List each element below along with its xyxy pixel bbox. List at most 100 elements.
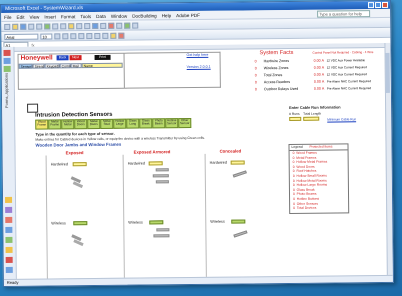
pane-icon[interactable] [5,246,13,253]
qty-input-concealed-wireless[interactable] [231,219,246,224]
column-exposed: Exposed [65,150,84,156]
qty-input-exposed-hardwired[interactable] [72,162,87,167]
category-cell[interactable]: Glass Long [126,118,140,129]
pane-icon[interactable] [5,236,13,243]
category-cell[interactable]: Metal Doors [87,118,101,130]
print-icon[interactable] [28,23,35,30]
legend-item: 0 Total Devices [293,205,317,211]
align-left-icon[interactable] [78,32,85,39]
category-cell[interactable]: Wood Doors [74,119,88,130]
menu-adobe-pdf[interactable]: Adobe PDF [176,12,200,17]
back-button[interactable]: Back [56,55,69,61]
close-button[interactable] [382,1,389,8]
sort-icon[interactable] [116,22,123,29]
column-divider [45,155,49,280]
menu-file[interactable]: File [4,14,11,19]
copy-icon[interactable] [60,22,67,29]
runs-label: # Runs [289,111,300,116]
menu-edit[interactable]: Edit [17,14,25,19]
tab-keypads[interactable]: Keypads [44,63,60,69]
menu-view[interactable]: View [29,14,39,19]
merge-icon[interactable] [102,32,109,39]
armored-sensor-bar [152,174,169,178]
facts-amp: 0.00 [313,79,321,84]
armored-sensor-bar [156,228,170,232]
help-search-input[interactable]: Type a question for help [317,10,371,18]
paste-icon[interactable] [68,22,75,29]
category-cell[interactable]: Other Sensor [178,118,192,129]
preview-icon[interactable] [36,23,43,30]
category-cell[interactable]: Photo Beam [152,118,166,129]
new-icon[interactable] [4,23,11,30]
pane-icon[interactable] [3,65,11,72]
length-input[interactable] [303,116,320,121]
print-button[interactable]: Print [94,54,111,61]
tab-comm[interactable]: Comm [59,63,72,69]
fill-color-icon[interactable] [110,32,117,39]
pane-icon[interactable] [5,226,13,233]
qty-input-armored-hardwired[interactable] [148,161,163,166]
runs-input[interactable] [289,116,302,121]
cut-icon[interactable] [52,22,59,29]
tab-sensors[interactable]: Sensors [18,63,33,69]
menu-tools[interactable]: Tools [80,14,91,19]
menu-insert[interactable]: Insert [44,14,56,19]
selected-cell[interactable] [27,103,39,113]
font-select[interactable]: Arial [4,33,39,40]
category-cell[interactable]: Glass Break [139,118,153,129]
qty-input-concealed-hardwired[interactable] [230,160,245,165]
menu-format[interactable]: Format [61,14,76,19]
zoom-icon[interactable] [132,22,139,29]
underline-icon[interactable] [70,32,77,39]
pane-icon[interactable] [5,256,13,263]
status-text: Ready [6,279,19,285]
pane-icon[interactable] [5,216,13,223]
vertical-scrollbar[interactable] [384,42,393,276]
tab-mail[interactable]: Mail [70,63,82,69]
menu-docbuilding[interactable]: DocBuilding [132,13,157,18]
hardwired-label: Hardwired [209,160,228,165]
redo-icon[interactable] [84,22,91,29]
italic-icon[interactable] [62,32,69,39]
spelling-icon[interactable] [44,22,51,30]
font-size-select[interactable]: 10 [40,32,53,40]
cable-run-title: Enter Cable Run Information [289,105,341,110]
cable-run-link[interactable]: Minimum Cable Run [327,117,356,121]
menu-window[interactable]: Window [111,13,127,18]
menu-data[interactable]: Data [96,13,106,18]
pane-icon[interactable] [5,206,13,213]
tab-sirens[interactable]: Sirens [32,63,45,69]
sum-icon[interactable] [100,22,107,29]
category-cell[interactable]: Hollow Metal [61,119,75,130]
facts-label: Total Zones [263,73,283,78]
header-panel: Honeywell Back Next Print Sensors Sirens… [17,52,125,90]
next-button[interactable]: Next [69,55,82,61]
menu-help[interactable]: Help [162,13,172,18]
pane-icon[interactable] [3,49,11,56]
category-cell[interactable]: Metal Frame [48,119,62,130]
maximize-button[interactable] [375,2,382,9]
category-cell[interactable]: Hotline Sensor [165,118,179,129]
pane-icon[interactable] [5,196,13,203]
qty-input-armored-wireless[interactable] [149,220,164,225]
save-icon[interactable] [20,23,27,30]
pane-icon[interactable] [3,57,11,64]
bold-icon[interactable] [54,32,61,39]
minimize-button[interactable] [368,2,375,9]
undo-icon[interactable] [76,22,83,29]
name-field[interactable]: Name [81,62,123,69]
align-right-icon[interactable] [94,32,101,39]
facts-desc: Pre Alarm NAC Current Required [326,79,372,84]
pane-icon[interactable] [5,266,13,273]
category-cell[interactable]: Hollow Large [113,118,127,129]
align-center-icon[interactable] [86,32,93,39]
scroll-thumb[interactable] [385,52,390,93]
category-cell[interactable]: Wood Frame [35,119,49,130]
qty-input-exposed-wireless[interactable] [73,221,88,226]
font-color-icon[interactable] [118,32,125,39]
drawing-icon[interactable] [124,22,131,29]
open-icon[interactable] [12,23,19,30]
category-cell[interactable]: Metal Stud [100,118,114,129]
chart-icon[interactable] [108,22,115,29]
link-icon[interactable] [92,22,99,29]
